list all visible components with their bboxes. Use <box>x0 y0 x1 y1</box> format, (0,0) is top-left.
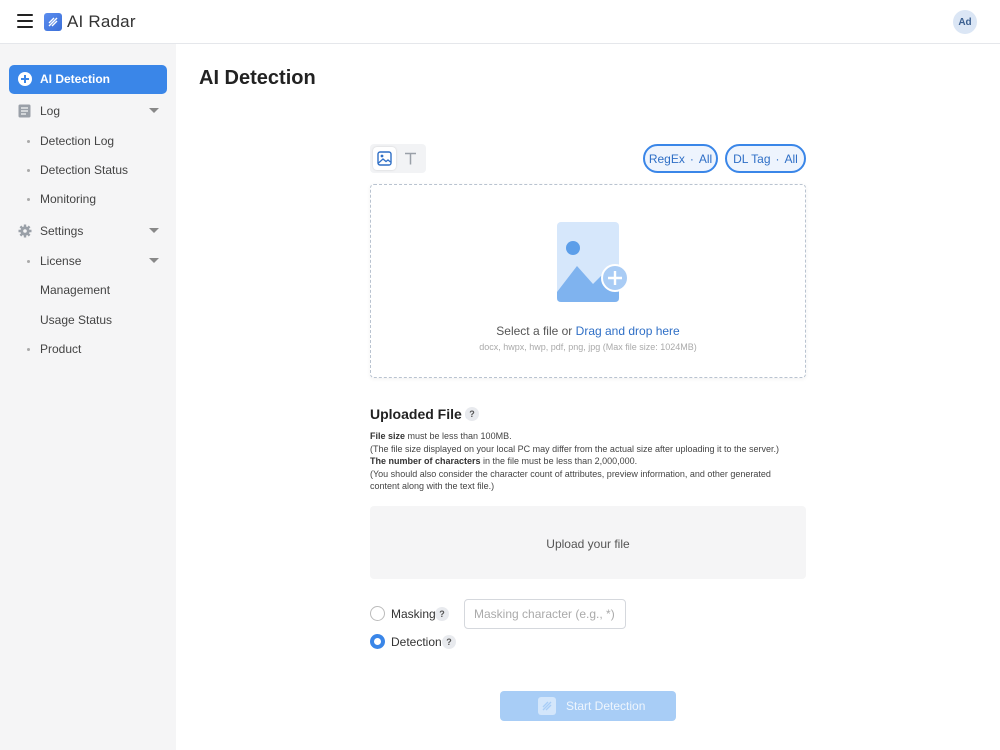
sidebar: AI Detection Log Detection Log Detection… <box>0 44 176 750</box>
image-icon <box>377 151 392 166</box>
uploaded-file-list: Upload your file <box>370 506 806 579</box>
avatar[interactable]: Ad <box>953 10 977 34</box>
detection-label: Detection <box>391 635 442 649</box>
document-icon <box>18 104 31 118</box>
chevron-down-icon[interactable] <box>149 108 159 113</box>
image-mode-button[interactable] <box>373 147 396 170</box>
note-file-size-text: must be less than 100MB. <box>405 431 512 441</box>
input-mode-toggle <box>370 144 426 173</box>
bullet-icon <box>27 140 30 143</box>
help-icon[interactable]: ? <box>442 635 456 649</box>
chevron-down-icon[interactable] <box>149 258 159 263</box>
text-mode-button[interactable] <box>399 147 422 170</box>
sidebar-item-label: AI Detection <box>40 72 111 86</box>
sidebar-item-log[interactable]: Log <box>0 97 176 125</box>
sidebar-item-settings[interactable]: Settings <box>0 217 176 245</box>
logo-icon <box>44 13 62 31</box>
image-upload-icon <box>557 222 629 307</box>
sidebar-item-label: Monitoring <box>40 192 97 206</box>
sidebar-item-label: Detection Log <box>40 134 115 148</box>
text-icon <box>405 152 416 165</box>
gear-icon <box>18 224 32 238</box>
dropzone-link[interactable]: Drag and drop here <box>576 324 680 338</box>
sidebar-item-label: Product <box>40 342 82 356</box>
app-title: AI Radar <box>67 12 136 31</box>
sidebar-item-label: License <box>40 254 82 268</box>
sidebar-item-ai-detection[interactable]: AI Detection <box>9 65 167 94</box>
masking-character-input[interactable] <box>464 599 626 629</box>
plus-circle-icon <box>18 72 32 86</box>
sidebar-item-label: Usage Status <box>40 313 113 327</box>
upload-panel-label: Upload your file <box>546 537 630 551</box>
note-characters-text: in the file must be less than 2,000,000. <box>480 456 638 466</box>
sidebar-item-label: Log <box>40 104 61 118</box>
detection-radio[interactable] <box>370 634 385 649</box>
menu-icon[interactable] <box>17 14 33 28</box>
note-file-size-bold: File size <box>370 431 406 441</box>
page-title: AI Detection <box>199 67 316 89</box>
help-icon[interactable]: ? <box>435 607 449 621</box>
masking-radio[interactable] <box>370 606 385 621</box>
sidebar-item-label: Settings <box>40 224 84 238</box>
sidebar-item-label: Detection Status <box>40 163 129 177</box>
chevron-down-icon[interactable] <box>149 228 159 233</box>
top-header: AI Radar Ad <box>0 0 1000 44</box>
start-detection-label: Start Detection <box>566 699 646 713</box>
file-dropzone[interactable]: Select a file or Drag and drop here docx… <box>370 184 806 378</box>
dropzone-instruction: Select a file or Drag and drop here <box>371 324 805 338</box>
help-icon[interactable]: ? <box>465 407 479 421</box>
dltag-filter-name: DL Tag <box>733 151 771 166</box>
logo-icon <box>538 697 556 715</box>
masking-label: Masking <box>391 607 436 621</box>
sidebar-item-detection-status[interactable]: Detection Status <box>0 156 176 184</box>
sidebar-item-detection-log[interactable]: Detection Log <box>0 127 176 155</box>
note-characters-bold: The number of characters <box>370 456 481 466</box>
bullet-icon <box>27 169 30 172</box>
regex-filter-value: All <box>698 151 713 166</box>
bullet-icon <box>27 348 30 351</box>
start-detection-button[interactable]: Start Detection <box>500 691 676 721</box>
sidebar-item-usage-status[interactable]: Usage Status <box>0 306 176 334</box>
dropzone-prefix: Select a file or <box>496 324 573 338</box>
regex-filter-button[interactable]: RegEx · All <box>643 144 718 173</box>
upload-notes: File size must be less than 100MB. (The … <box>370 430 800 493</box>
dltag-filter-button[interactable]: DL Tag · All <box>725 144 806 173</box>
uploaded-file-title: Uploaded File <box>370 406 462 422</box>
sidebar-item-product[interactable]: Product <box>0 335 176 363</box>
regex-filter-name: RegEx <box>648 151 685 166</box>
sidebar-item-monitoring[interactable]: Monitoring <box>0 185 176 213</box>
dropzone-formats: docx, hwpx, hwp, pdf, png, jpg (Max file… <box>479 342 697 352</box>
note-file-size-detail: (The file size displayed on your local P… <box>370 443 780 454</box>
sidebar-item-management[interactable]: Management <box>0 276 176 304</box>
sidebar-item-label: Management <box>40 283 111 297</box>
dltag-filter-value: All <box>784 151 798 166</box>
bullet-icon <box>27 260 30 263</box>
bullet-icon <box>27 198 30 201</box>
sidebar-item-license[interactable]: License <box>0 247 176 275</box>
uploaded-file-heading: Uploaded File0 <box>370 406 473 422</box>
note-characters-detail: (You should also consider the character … <box>370 468 771 492</box>
